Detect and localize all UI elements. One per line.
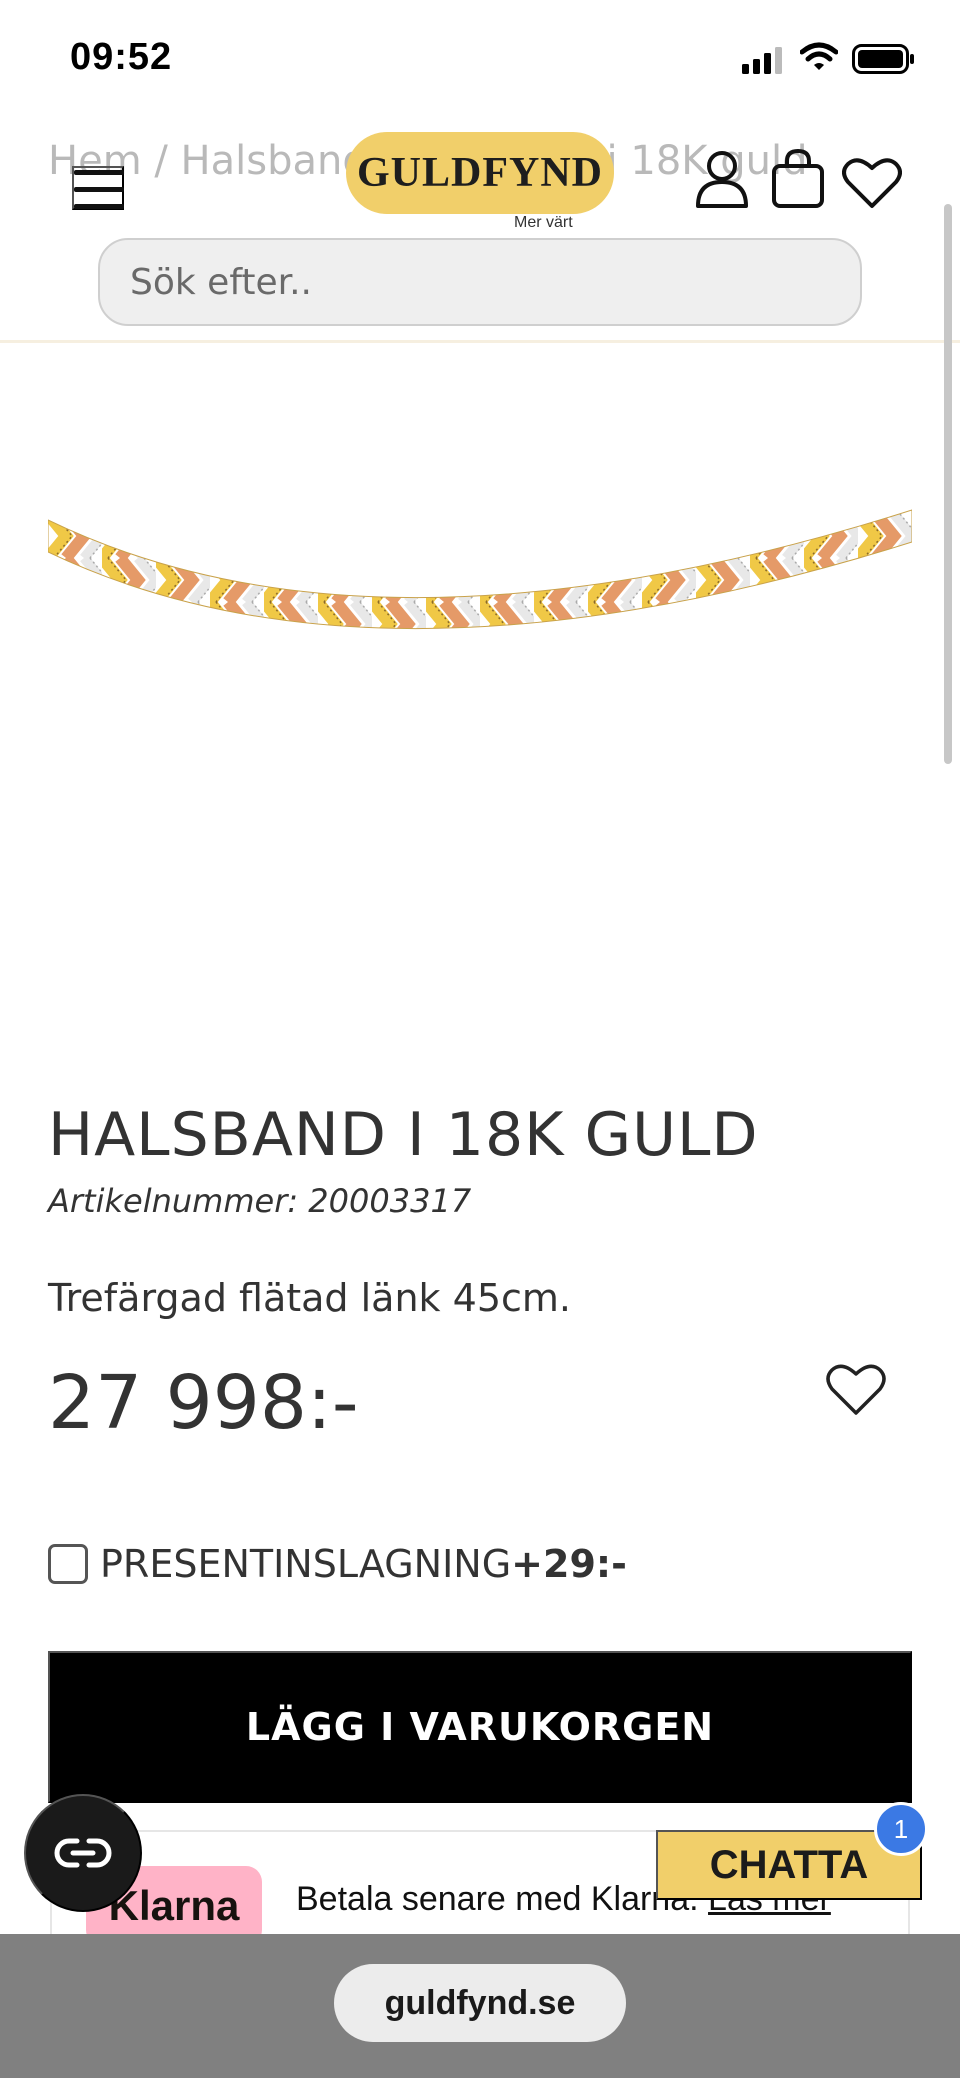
- gift-wrap-checkbox[interactable]: [48, 1544, 88, 1584]
- guldfynd-logo[interactable]: GULDFYND: [346, 132, 614, 214]
- accessibility-button[interactable]: [24, 1794, 142, 1912]
- gift-wrap-option[interactable]: PRESENTINSLAGNING +29:-: [48, 1540, 627, 1588]
- logo-text: GULDFYND: [357, 150, 603, 196]
- cart-button[interactable]: [770, 148, 826, 211]
- wishlist-button[interactable]: [842, 156, 902, 213]
- wifi-icon: [800, 42, 838, 70]
- account-button[interactable]: [694, 148, 750, 211]
- product-title: HALSBAND I 18K GULD: [48, 1100, 759, 1170]
- klarna-message: Betala senare med Klarna.: [296, 1880, 699, 1918]
- site-header: Hem / Halsband / Halsband i 18K guld GUL…: [0, 118, 960, 343]
- menu-icon-bar: [74, 187, 124, 192]
- gift-wrap-label: PRESENTINSLAGNING: [100, 1542, 512, 1586]
- browser-bottom-bar: guldfynd.se: [0, 1934, 960, 2078]
- product-image[interactable]: [48, 470, 912, 730]
- add-to-cart-button[interactable]: LÄGG I VARUKORGEN: [48, 1651, 912, 1803]
- logo-tagline: Mer värt: [514, 214, 573, 231]
- heart-icon: [826, 1364, 886, 1415]
- search-input[interactable]: [98, 238, 862, 326]
- status-time: 09:52: [70, 36, 173, 78]
- page-scrollbar[interactable]: [944, 204, 952, 764]
- gift-wrap-price: +29:-: [511, 1542, 627, 1586]
- product-description: Trefärgad flätad länk 45cm.: [48, 1276, 571, 1320]
- cellular-signal-icon: [742, 47, 782, 74]
- battery-icon: [852, 44, 914, 74]
- menu-button[interactable]: [72, 166, 124, 210]
- product-wishlist-button[interactable]: [824, 1360, 888, 1420]
- user-icon: [696, 151, 748, 208]
- status-bar: 09:52: [0, 0, 960, 118]
- menu-icon: [74, 170, 124, 175]
- shopping-bag-icon: [772, 148, 824, 208]
- article-number: Artikelnummer: 20003317: [48, 1182, 472, 1220]
- menu-icon-bar: [74, 204, 124, 209]
- url-bar[interactable]: guldfynd.se: [334, 1964, 626, 2042]
- chat-notification-badge: 1: [874, 1802, 928, 1856]
- product-price: 27 998:-: [48, 1360, 359, 1446]
- heart-icon: [842, 158, 902, 208]
- accessibility-icon: [54, 1838, 112, 1868]
